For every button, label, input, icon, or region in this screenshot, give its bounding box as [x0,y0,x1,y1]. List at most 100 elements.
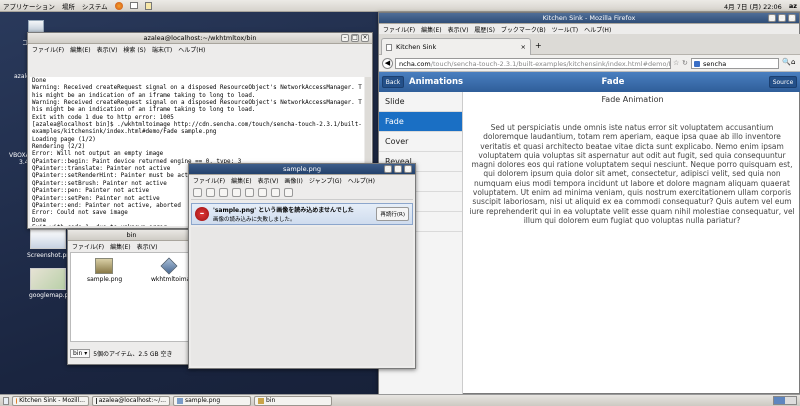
source-button[interactable]: Source [769,76,797,88]
menu-edit[interactable]: 編集(E) [421,25,441,34]
back-button[interactable]: Back [382,76,404,88]
menu-help[interactable]: ヘルプ(H) [178,45,205,54]
reload-button[interactable]: 再読行(R) [376,207,409,221]
reload-icon[interactable]: ↻ [682,59,688,67]
minimize-icon[interactable]: – [341,34,349,42]
menu-bookmarks[interactable]: ブックマーク(B) [501,25,546,34]
home-icon[interactable]: ⌂ [791,58,795,66]
task-file-manager[interactable]: bin [254,395,332,406]
zoom-out-icon[interactable] [232,188,241,197]
menu-help[interactable]: ヘルプ(H) [348,176,375,185]
minimize-icon[interactable]: – [384,165,392,173]
window-title: Kitchen Sink - Mozilla Firefox [542,14,636,22]
close-icon[interactable]: × [788,14,796,22]
tab-close-icon[interactable]: × [521,43,526,51]
executable-file-icon[interactable] [160,257,178,275]
top-panel: アプリケーション 場所 システム 4月 7日 (月) 22:06 az [0,0,800,12]
terminal-titlebar[interactable]: azalea@localhost:~/wkhtmltox/bin – □ × [28,33,372,44]
menu-view[interactable]: 表示(V) [258,176,279,185]
rotate-right-icon[interactable] [284,188,293,197]
image-file-icon[interactable] [95,258,113,274]
menu-edit[interactable]: 編集(E) [231,176,251,185]
menu-view[interactable]: 表示(V) [97,45,118,54]
window-title: bin [126,231,137,239]
firefox-titlebar[interactable]: Kitchen Sink - Mozilla Firefox – □ × [379,13,799,24]
menu-go[interactable]: ジャンプ(G) [309,176,342,185]
menu-image[interactable]: 画像(I) [284,176,302,185]
maximize-icon[interactable]: □ [778,14,786,22]
url-host: ncha.com [399,59,431,68]
menu-file[interactable]: ファイル(F) [32,45,64,54]
bookmark-star-icon[interactable]: ☆ [673,59,679,67]
new-tab-button[interactable]: + [535,41,542,50]
close-icon[interactable]: × [361,34,369,42]
url-path: /touch/sencha-touch-2.3.1/built-examples… [430,59,671,68]
search-box[interactable]: sencha [691,58,779,69]
clock[interactable]: 4月 7日 (月) 22:06 [724,1,782,11]
task-label: bin [266,397,276,404]
list-item-fade[interactable]: Fade [379,112,462,132]
search-engine-icon[interactable] [694,60,700,67]
error-title: 'sample.png' という画像を読み込めませんでした [213,207,354,214]
back-arrow-icon[interactable]: ◀ [382,58,393,69]
file-manager-statusbar: bin ▾ 5個のアイテム、2.5 GB 空き [70,344,193,362]
menu-edit[interactable]: 編集(E) [70,45,90,54]
file-manager-titlebar[interactable]: bin [68,230,195,241]
navigation-toolbar: ◀ ncha.com/touch/sencha-touch-2.3.1/buil… [379,55,800,72]
workspace-switcher[interactable] [773,396,797,405]
menu-help[interactable]: ヘルプ(H) [584,25,611,34]
file-view: sample.png wkhtmltoima [70,252,193,342]
menu-history[interactable]: 履歴(S) [474,25,495,34]
maximize-icon[interactable]: □ [394,165,402,173]
search-icon[interactable]: 🔍 [782,58,791,66]
user-name[interactable]: az [789,2,797,10]
menu-view[interactable]: 表示(V) [448,25,469,34]
show-desktop-icon[interactable] [3,396,9,405]
places-menu[interactable]: 場所 [62,1,75,11]
close-icon[interactable]: × [404,165,412,173]
applications-menu[interactable]: アプリケーション [3,1,55,11]
screenshot-thumbnail[interactable] [30,229,66,249]
googlemap-thumbnail[interactable] [30,268,66,290]
list-item-cover[interactable]: Cover [379,132,462,152]
menu-file[interactable]: ファイル(F) [72,242,104,251]
image-viewer-titlebar[interactable]: sample.png – □ × [189,164,415,175]
system-menu[interactable]: システム [82,1,108,11]
task-image-viewer[interactable]: sample.png [173,395,251,406]
error-detail: 画像の読み込みに失敗しました。 [213,217,296,223]
menu-search[interactable]: 検索 (S) [123,45,145,54]
next-icon[interactable] [206,188,215,197]
firefox-window: Kitchen Sink - Mozilla Firefox – □ × ファイル(… [378,12,800,395]
minimize-icon[interactable]: – [768,14,776,22]
menu-terminal[interactable]: 端末(T) [152,45,172,54]
mail-icon[interactable] [129,2,138,9]
zoom-in-icon[interactable] [219,188,228,197]
task-firefox[interactable]: Kitchen Sink - Mozill... [12,395,89,406]
previous-icon[interactable] [193,188,202,197]
rotate-left-icon[interactable] [271,188,280,197]
file-label[interactable]: sample.png [87,276,122,283]
menu-file[interactable]: ファイル(F) [383,25,415,34]
tab-kitchen-sink[interactable]: Kitchen Sink × [381,38,531,55]
list-item-slide[interactable]: Slide [379,92,462,112]
menu-view[interactable]: 表示(V) [137,242,158,251]
image-viewer-menubar: ファイル(F) 編集(E) 表示(V) 画像(I) ジャンプ(G) ヘルプ(H) [189,175,415,185]
firefox-launcher-icon[interactable] [114,1,123,10]
task-terminal[interactable]: azalea@localhost:~/... [92,395,170,406]
url-bar[interactable]: ncha.com/touch/sencha-touch-2.3.1/built-… [395,58,671,69]
menu-file[interactable]: ファイル(F) [193,176,225,185]
file-label[interactable]: wkhtmltoima [151,276,190,283]
window-title: azalea@localhost:~/wkhtmltox/bin [143,34,257,42]
notes-icon[interactable] [144,1,152,10]
folder-icon [258,397,264,404]
status-text: 5個のアイテム、2.5 GB 空き [93,350,173,358]
terminal-menubar: ファイル(F) 編集(E) 表示(V) 検索 (S) 端末(T) ヘルプ(H) [28,44,372,54]
zoom-normal-icon[interactable] [245,188,254,197]
task-label: Kitchen Sink - Mozill... [19,397,85,404]
zoom-fit-icon[interactable] [258,188,267,197]
maximize-icon[interactable]: □ [351,34,359,42]
demo-subtitle: Fade Animation [601,95,664,104]
location-selector[interactable]: bin ▾ [70,348,91,358]
menu-tools[interactable]: ツール(T) [552,25,578,34]
menu-edit[interactable]: 編集(E) [110,242,130,251]
